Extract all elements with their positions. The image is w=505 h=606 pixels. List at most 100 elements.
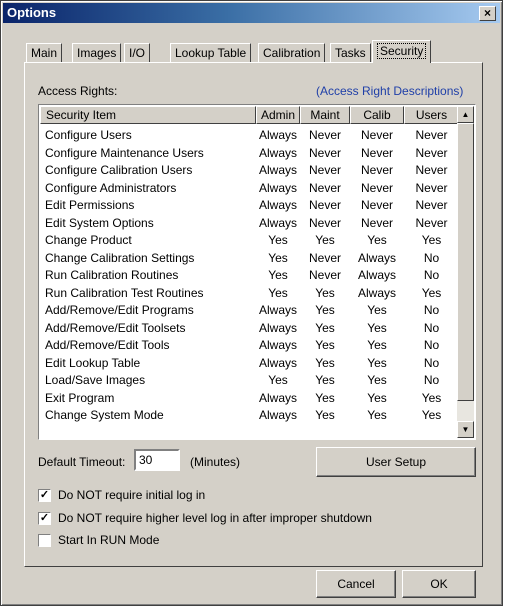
table-row[interactable]: Configure Administrators Always Never Never… xyxy=(40,180,457,198)
permission-cell: Always xyxy=(258,180,297,195)
table-row[interactable]: Run Calibration Test Routines Yes Yes Alway… xyxy=(40,285,457,303)
security-item-cell: Exit Program xyxy=(45,390,115,405)
security-item-cell: Run Calibration Routines xyxy=(45,268,179,282)
default-timeout-input[interactable] xyxy=(134,449,180,471)
permission-cell: Yes xyxy=(315,355,335,370)
permission-cell: Never xyxy=(415,180,448,195)
security-item-cell: Configure Maintenance Users xyxy=(45,145,204,160)
scroll-up-icon[interactable]: ▲ xyxy=(457,106,474,123)
column-header-maint[interactable]: Maint xyxy=(300,106,350,124)
permission-cell: Yes xyxy=(268,285,288,300)
table-row[interactable]: Add/Remove/Edit Programs Always Yes Yes No xyxy=(40,302,457,320)
checkbox-box[interactable] xyxy=(38,534,51,547)
table-row[interactable]: Exit Program Always Yes Yes Yes xyxy=(40,390,457,408)
table-row[interactable]: Run Calibration Routines Yes Never Always No xyxy=(40,267,457,285)
table-row[interactable]: Change Product Yes Yes Yes Yes xyxy=(40,232,457,250)
scroll-thumb[interactable] xyxy=(457,123,474,401)
permission-cell: Always xyxy=(258,215,297,230)
permission-cell: Yes xyxy=(367,320,387,335)
permission-cell: Never xyxy=(308,180,341,195)
permission-cell: Always xyxy=(258,338,297,352)
close-icon[interactable]: × xyxy=(479,6,496,21)
tab-tasks[interactable]: Tasks xyxy=(330,43,371,62)
permission-cell: No xyxy=(423,338,440,352)
permission-cell: Always xyxy=(258,163,297,177)
security-item-cell: Run Calibration Test Routines xyxy=(45,285,204,300)
tab-main[interactable]: Main xyxy=(26,43,63,62)
permission-cell: Yes xyxy=(367,338,387,352)
permission-cell: Never xyxy=(415,215,448,230)
table-row[interactable]: Edit System Options Always Never Never Never xyxy=(40,215,457,233)
table-row[interactable]: Configure Maintenance Users Always Never Ne… xyxy=(40,145,457,163)
tab-calibration[interactable]: Calibration xyxy=(258,43,326,62)
table-row[interactable]: Change Calibration Settings Yes Never Alway… xyxy=(40,250,457,268)
security-item-cell: Change Product xyxy=(45,233,132,247)
table-row[interactable]: Add/Remove/Edit Toolsets Always Yes Yes No xyxy=(40,320,457,338)
permission-cell: Yes xyxy=(315,233,335,247)
permission-cell: Yes xyxy=(421,233,442,247)
tab-io[interactable]: I/O xyxy=(124,43,151,62)
permission-cell: Yes xyxy=(268,233,288,247)
cancel-button[interactable]: Cancel xyxy=(316,570,396,598)
table-header: Security Item Admin Maint Calib Users xyxy=(40,106,459,124)
table-row[interactable]: Load/Save Images Yes Yes Yes No xyxy=(40,372,457,390)
column-header-admin[interactable]: Admin xyxy=(256,106,300,124)
permission-cell: Yes xyxy=(315,320,335,335)
access-right-descriptions-link[interactable]: (Access Right Descriptions) xyxy=(316,84,463,98)
security-item-cell: Edit System Options xyxy=(45,215,154,230)
permission-cell: Never xyxy=(308,128,341,142)
ok-button[interactable]: OK xyxy=(402,570,476,598)
permission-cell: Always xyxy=(357,250,396,265)
table-row[interactable]: Edit Permissions Always Never Never Never xyxy=(40,197,457,215)
permission-cell: Yes xyxy=(367,373,387,387)
permission-cell: No xyxy=(423,268,440,282)
permission-cell: No xyxy=(423,355,440,370)
permission-cell: Never xyxy=(415,163,448,177)
permission-cell: No xyxy=(423,373,440,387)
scroll-down-icon[interactable]: ▼ xyxy=(457,421,474,438)
title-bar[interactable]: Options × xyxy=(3,3,500,23)
table-row[interactable]: Add/Remove/Edit Tools Always Yes Yes No xyxy=(40,337,457,355)
table-row[interactable]: Configure Users Always Never Never Never xyxy=(40,127,457,145)
tab-lookup-table[interactable]: Lookup Table xyxy=(170,43,252,62)
default-timeout-label: Default Timeout: xyxy=(38,455,126,469)
permission-cell: Always xyxy=(258,145,297,160)
checkbox-box[interactable]: ✓ xyxy=(38,489,51,502)
permission-cell: Never xyxy=(360,198,393,212)
permission-cell: No xyxy=(423,320,440,335)
table-row[interactable]: Edit Lookup Table Always Yes Yes No xyxy=(40,355,457,373)
access-rights-label: Access Rights: xyxy=(38,84,118,98)
column-header-calib[interactable]: Calib xyxy=(350,106,404,124)
permission-cell: Always xyxy=(258,128,297,142)
permission-cell: Never xyxy=(360,163,393,177)
minutes-label: (Minutes) xyxy=(190,455,241,469)
column-header-users[interactable]: Users xyxy=(404,106,459,124)
permission-cell: Yes xyxy=(421,390,442,405)
permission-cell: Never xyxy=(415,145,448,160)
window-title: Options xyxy=(7,5,57,20)
column-header-security-item[interactable]: Security Item xyxy=(40,106,256,124)
permission-cell: No xyxy=(423,303,440,317)
security-item-cell: Change System Mode xyxy=(45,408,164,422)
table-row[interactable]: Change System Mode Always Yes Yes Yes xyxy=(40,407,457,425)
user-setup-button[interactable]: User Setup xyxy=(316,447,476,477)
permission-cell: Never xyxy=(360,145,393,160)
permission-cell: Yes xyxy=(315,408,335,422)
permission-cell: Never xyxy=(415,128,448,142)
permission-cell: Yes xyxy=(268,250,288,265)
tab-security[interactable]: Security xyxy=(372,40,432,63)
security-item-cell: Add/Remove/Edit Tools xyxy=(45,338,170,352)
table-row[interactable]: Configure Calibration Users Always Never Ne… xyxy=(40,162,457,180)
tab-images[interactable]: Images xyxy=(72,43,122,62)
permission-cell: Always xyxy=(357,268,396,282)
permission-cell: Yes xyxy=(367,408,387,422)
permission-cell: Never xyxy=(308,163,341,177)
vertical-scrollbar[interactable]: ▲ ▼ xyxy=(457,106,474,438)
checkbox-box[interactable]: ✓ xyxy=(38,512,51,525)
security-item-cell: Configure Users xyxy=(45,128,132,142)
permission-cell: Yes xyxy=(315,285,335,300)
permission-cell: Never xyxy=(308,268,341,282)
access-rights-table: Security Item Admin Maint Calib Users Co… xyxy=(38,104,476,440)
permission-cell: Never xyxy=(308,145,341,160)
security-item-cell: Add/Remove/Edit Programs xyxy=(45,303,194,317)
